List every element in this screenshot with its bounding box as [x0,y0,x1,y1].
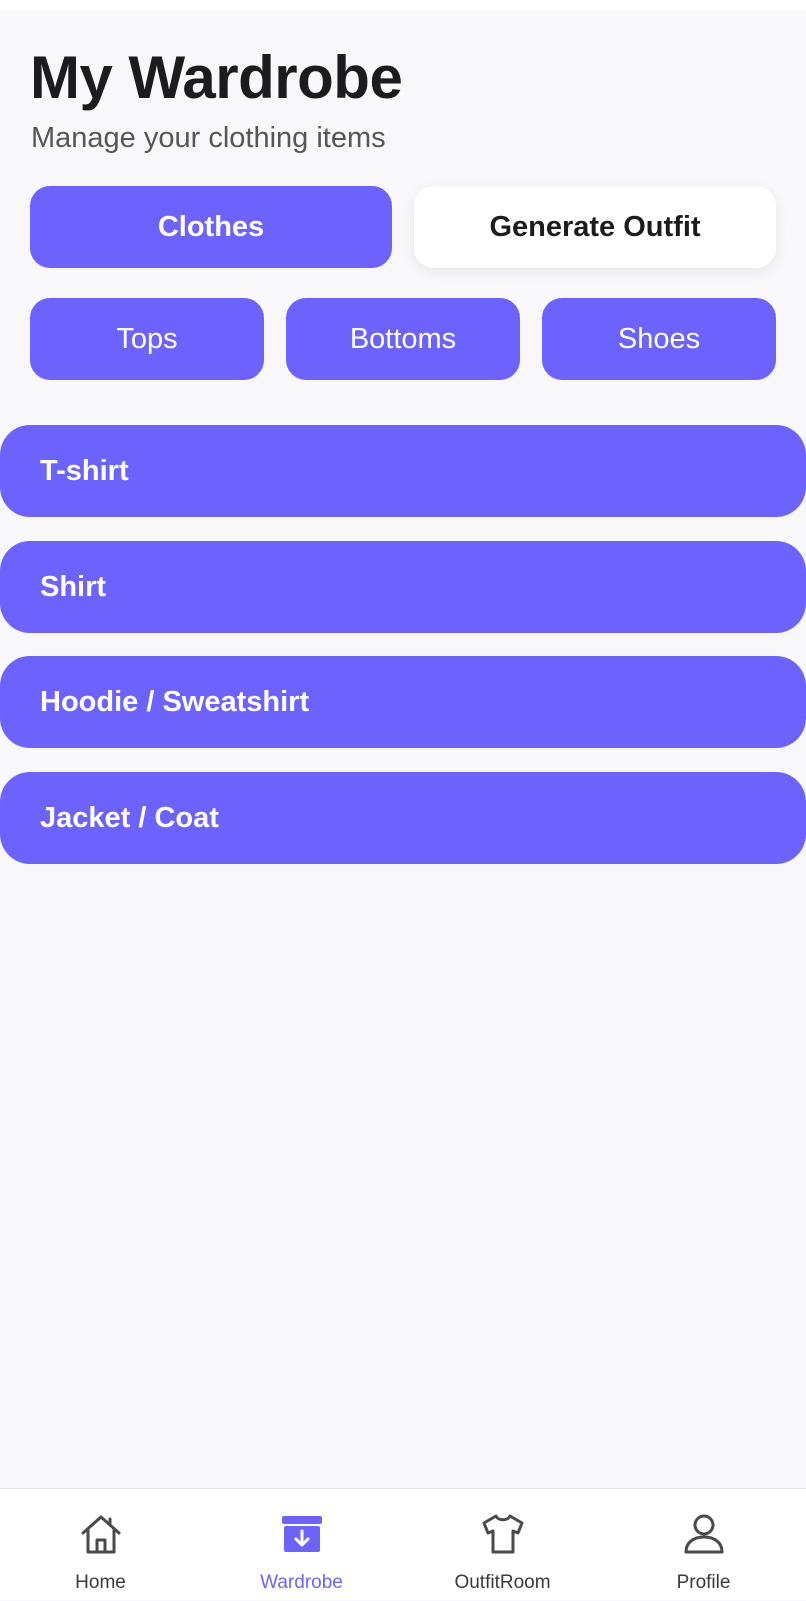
clothing-item-label: T-shirt [40,454,129,487]
page-title: My Wardrobe [30,44,403,111]
filter-bottoms-button[interactable]: Bottoms [286,298,520,380]
tab-outfitroom[interactable]: OutfitRoom [402,1489,603,1601]
clothing-item-jacket[interactable]: Jacket / Coat [0,772,806,864]
home-icon [81,1515,121,1554]
tab-outfitroom-label: OutfitRoom [454,1572,551,1593]
generate-outfit-button[interactable]: Generate Outfit [414,186,776,268]
filter-tops-button[interactable]: Tops [30,298,264,380]
filter-shoes-button[interactable]: Shoes [542,298,776,380]
clothing-item-shirt[interactable]: Shirt [0,541,806,633]
tab-wardrobe-label: Wardrobe [260,1572,343,1593]
clothing-item-hoodie[interactable]: Hoodie / Sweatshirt [0,656,806,748]
clothes-mode-button[interactable]: Clothes [30,186,392,268]
clothing-item-label: Hoodie / Sweatshirt [40,685,310,718]
bottom-tab-bar: Home Wardrobe OutfitRoom Profile [0,1488,806,1600]
tab-wardrobe[interactable]: Wardrobe [201,1489,402,1601]
tab-home-label: Home [75,1572,126,1593]
clothing-item-label: Jacket / Coat [40,801,219,834]
page-subtitle: Manage your clothing items [31,122,386,154]
wardrobe-archive-icon [282,1516,322,1552]
tab-home[interactable]: Home [0,1489,201,1601]
person-icon [684,1514,724,1554]
tshirt-icon [482,1514,524,1554]
status-bar-area [0,0,806,10]
clothing-item-tshirt[interactable]: T-shirt [0,425,806,517]
tab-profile[interactable]: Profile [603,1489,804,1601]
tab-profile-label: Profile [676,1572,731,1593]
clothing-item-label: Shirt [40,570,107,603]
